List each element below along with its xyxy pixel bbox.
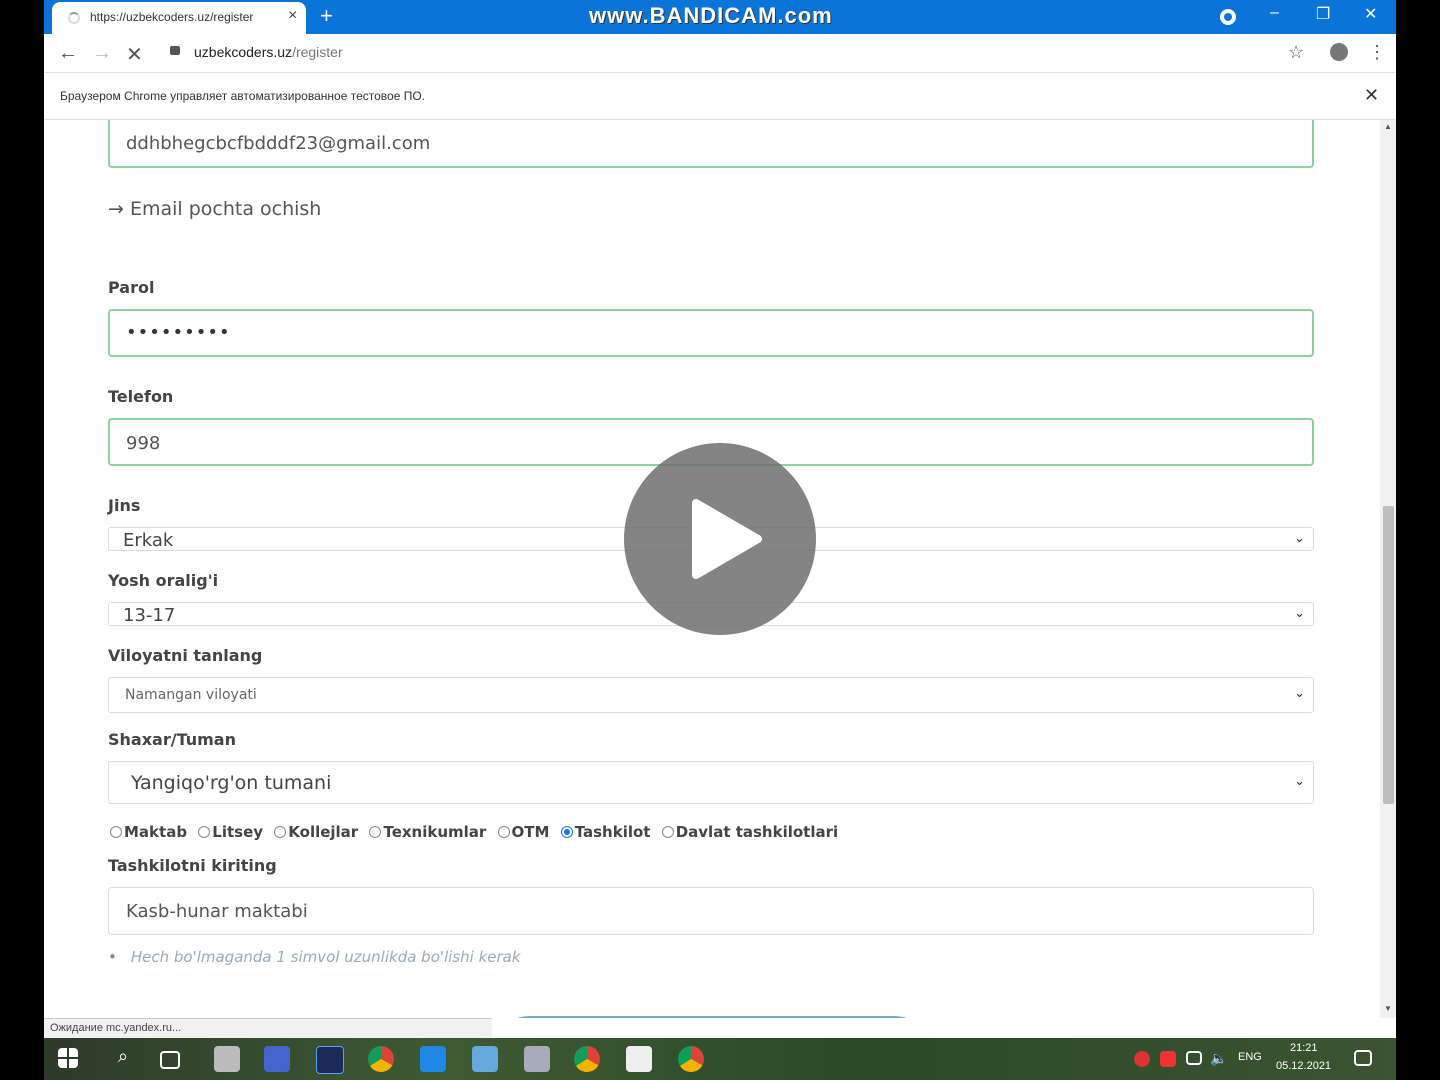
browser-tab[interactable]: https://uzbekcoders.uz/register × [52,2,306,34]
password-value: ••••••••• [126,322,231,343]
radio-label: OTM [511,822,550,841]
menu-dots-icon[interactable]: ⋮ [1368,42,1386,63]
stop-loading-icon[interactable]: ✕ [126,42,143,67]
radio-maktab[interactable] [110,825,122,838]
address-toolbar: ← → ✕ uzbekcoders.uz/register ☆ ⋮ [44,34,1396,73]
tab-title: https://uzbekcoders.uz/register [90,10,254,24]
back-icon[interactable]: ← [58,42,78,65]
bookmark-star-icon[interactable]: ☆ [1288,42,1304,63]
radio-label: Tashkilot [574,822,651,841]
vscode-icon[interactable] [420,1046,446,1072]
url-path: /register [292,44,343,60]
new-tab-button[interactable]: + [320,3,333,29]
app-icon[interactable] [472,1046,498,1072]
radio-kollejlar[interactable] [274,825,287,838]
radio-texnikumlar[interactable] [369,825,382,838]
scrollbar-thumb[interactable] [1383,506,1394,804]
recording-watermark: www.BANDICAM.com [589,3,833,28]
password-field[interactable]: ••••••••• [108,309,1314,357]
region-value: Namangan viloyati [125,687,257,703]
chevron-down-icon: ⌄ [1294,531,1305,546]
bullet-icon: • [108,948,117,966]
age-label: Yosh oralig'i [108,571,219,590]
automation-infobar: Браузером Chrome управляет автоматизиров… [44,73,1396,120]
validation-hint: • Hech bo'lmaganda 1 simvol uzunlikda bo'… [108,948,521,966]
maximize-icon[interactable]: ❐ [1316,4,1330,24]
chevron-down-icon: ⌄ [1294,774,1305,789]
org-field[interactable]: Kasb-hunar maktabi [108,887,1314,935]
district-value: Yangiqo'rg'on tumani [131,772,332,794]
open-email-link[interactable]: → Email pochta ochish [108,198,321,220]
windows-start-icon[interactable] [58,1048,78,1068]
chrome-icon[interactable] [678,1046,704,1072]
phone-label: Telefon [108,387,174,406]
email-field[interactable]: ddhbhegcbcfbdddf23@gmail.com [108,120,1314,168]
district-label: Shaxar/Tuman [108,730,236,749]
language-indicator[interactable]: ENG [1238,1051,1262,1063]
org-type-radio-group: Maktab Litsey Kollejlar Texnikumlar OTM … [108,822,842,841]
gender-label: Jins [108,496,141,515]
infobar-close-icon[interactable]: ✕ [1364,85,1379,106]
radio-label: Kollejlar [288,822,359,841]
save-app-icon[interactable] [264,1046,290,1072]
phone-value: 998 [126,433,161,454]
profile-avatar-icon[interactable] [1330,43,1348,61]
forward-icon[interactable]: → [92,42,112,65]
title-bar: https://uzbekcoders.uz/register × + www.… [44,0,1396,34]
region-select[interactable]: Namangan viloyati ⌄ [108,677,1314,713]
submit-button[interactable] [490,1016,934,1018]
automation-notice: Браузером Chrome управляет автоматизиров… [60,89,425,103]
notifications-icon[interactable] [1354,1050,1372,1066]
radio-davlat-tashkilotlari[interactable] [661,825,674,838]
url-bar[interactable]: uzbekcoders.uz/register [194,44,343,60]
radio-label: Litsey [212,822,264,841]
volume-icon[interactable]: 🔈 [1210,1050,1227,1067]
task-view-icon[interactable] [160,1051,180,1069]
radio-litsey[interactable] [198,825,211,838]
radio-label: Davlat tashkilotlari [675,822,839,841]
record-tray-icon[interactable] [1134,1051,1150,1067]
loading-spinner-icon [68,12,80,24]
tab-close-icon[interactable]: × [288,7,297,25]
radio-tashkilot[interactable] [560,825,573,838]
file-icon[interactable] [626,1046,652,1072]
region-label: Viloyatni tanlang [108,646,263,665]
radio-otm[interactable] [497,825,510,838]
district-select[interactable]: Yangiqo'rg'on tumani ⌄ [108,761,1314,804]
minimize-icon[interactable]: – [1270,4,1279,22]
taskbar: ⌕ 🔈 ENG 21:21 05.12.2021 [44,1038,1396,1080]
scroll-down-icon[interactable]: ▼ [1384,1004,1392,1013]
scroll-up-icon[interactable]: ▲ [1384,122,1392,131]
app-icon[interactable] [524,1046,550,1072]
chrome-icon[interactable] [574,1046,600,1072]
hint-text: Hech bo'lmaganda 1 simvol uzunlikda bo'l… [130,948,521,966]
app-icon[interactable] [214,1046,240,1072]
vertical-scrollbar[interactable]: ▲ ▼ [1380,120,1396,1018]
search-icon[interactable]: ⌕ [110,1046,136,1072]
record-indicator-icon [1220,9,1236,25]
tray-app-icon[interactable] [1160,1051,1176,1067]
chrome-icon[interactable] [368,1046,394,1072]
close-window-icon[interactable]: ✕ [1364,4,1377,24]
status-text: Ожидание mc.yandex.ru... [50,1022,182,1034]
org-value: Kasb-hunar maktabi [126,901,308,922]
gender-value: Erkak [123,530,174,551]
chevron-down-icon: ⌄ [1294,606,1305,621]
status-bar: Ожидание mc.yandex.ru... [44,1018,492,1039]
lock-icon[interactable] [170,46,180,55]
url-host: uzbekcoders.uz [194,44,293,60]
radio-label: Maktab [124,822,188,841]
play-icon [692,499,762,579]
org-label: Tashkilotni kiriting [108,856,277,875]
network-icon[interactable] [1186,1051,1202,1065]
age-value: 13-17 [123,605,176,626]
clock-time[interactable]: 21:21 [1290,1042,1318,1054]
password-label: Parol [108,278,155,297]
clock-date[interactable]: 05.12.2021 [1276,1060,1331,1072]
play-button[interactable] [624,443,816,635]
email-value: ddhbhegcbcfbdddf23@gmail.com [126,133,431,154]
radio-label: Texnikumlar [383,822,487,841]
chevron-down-icon: ⌄ [1294,686,1305,701]
photoshop-icon[interactable] [316,1046,344,1074]
